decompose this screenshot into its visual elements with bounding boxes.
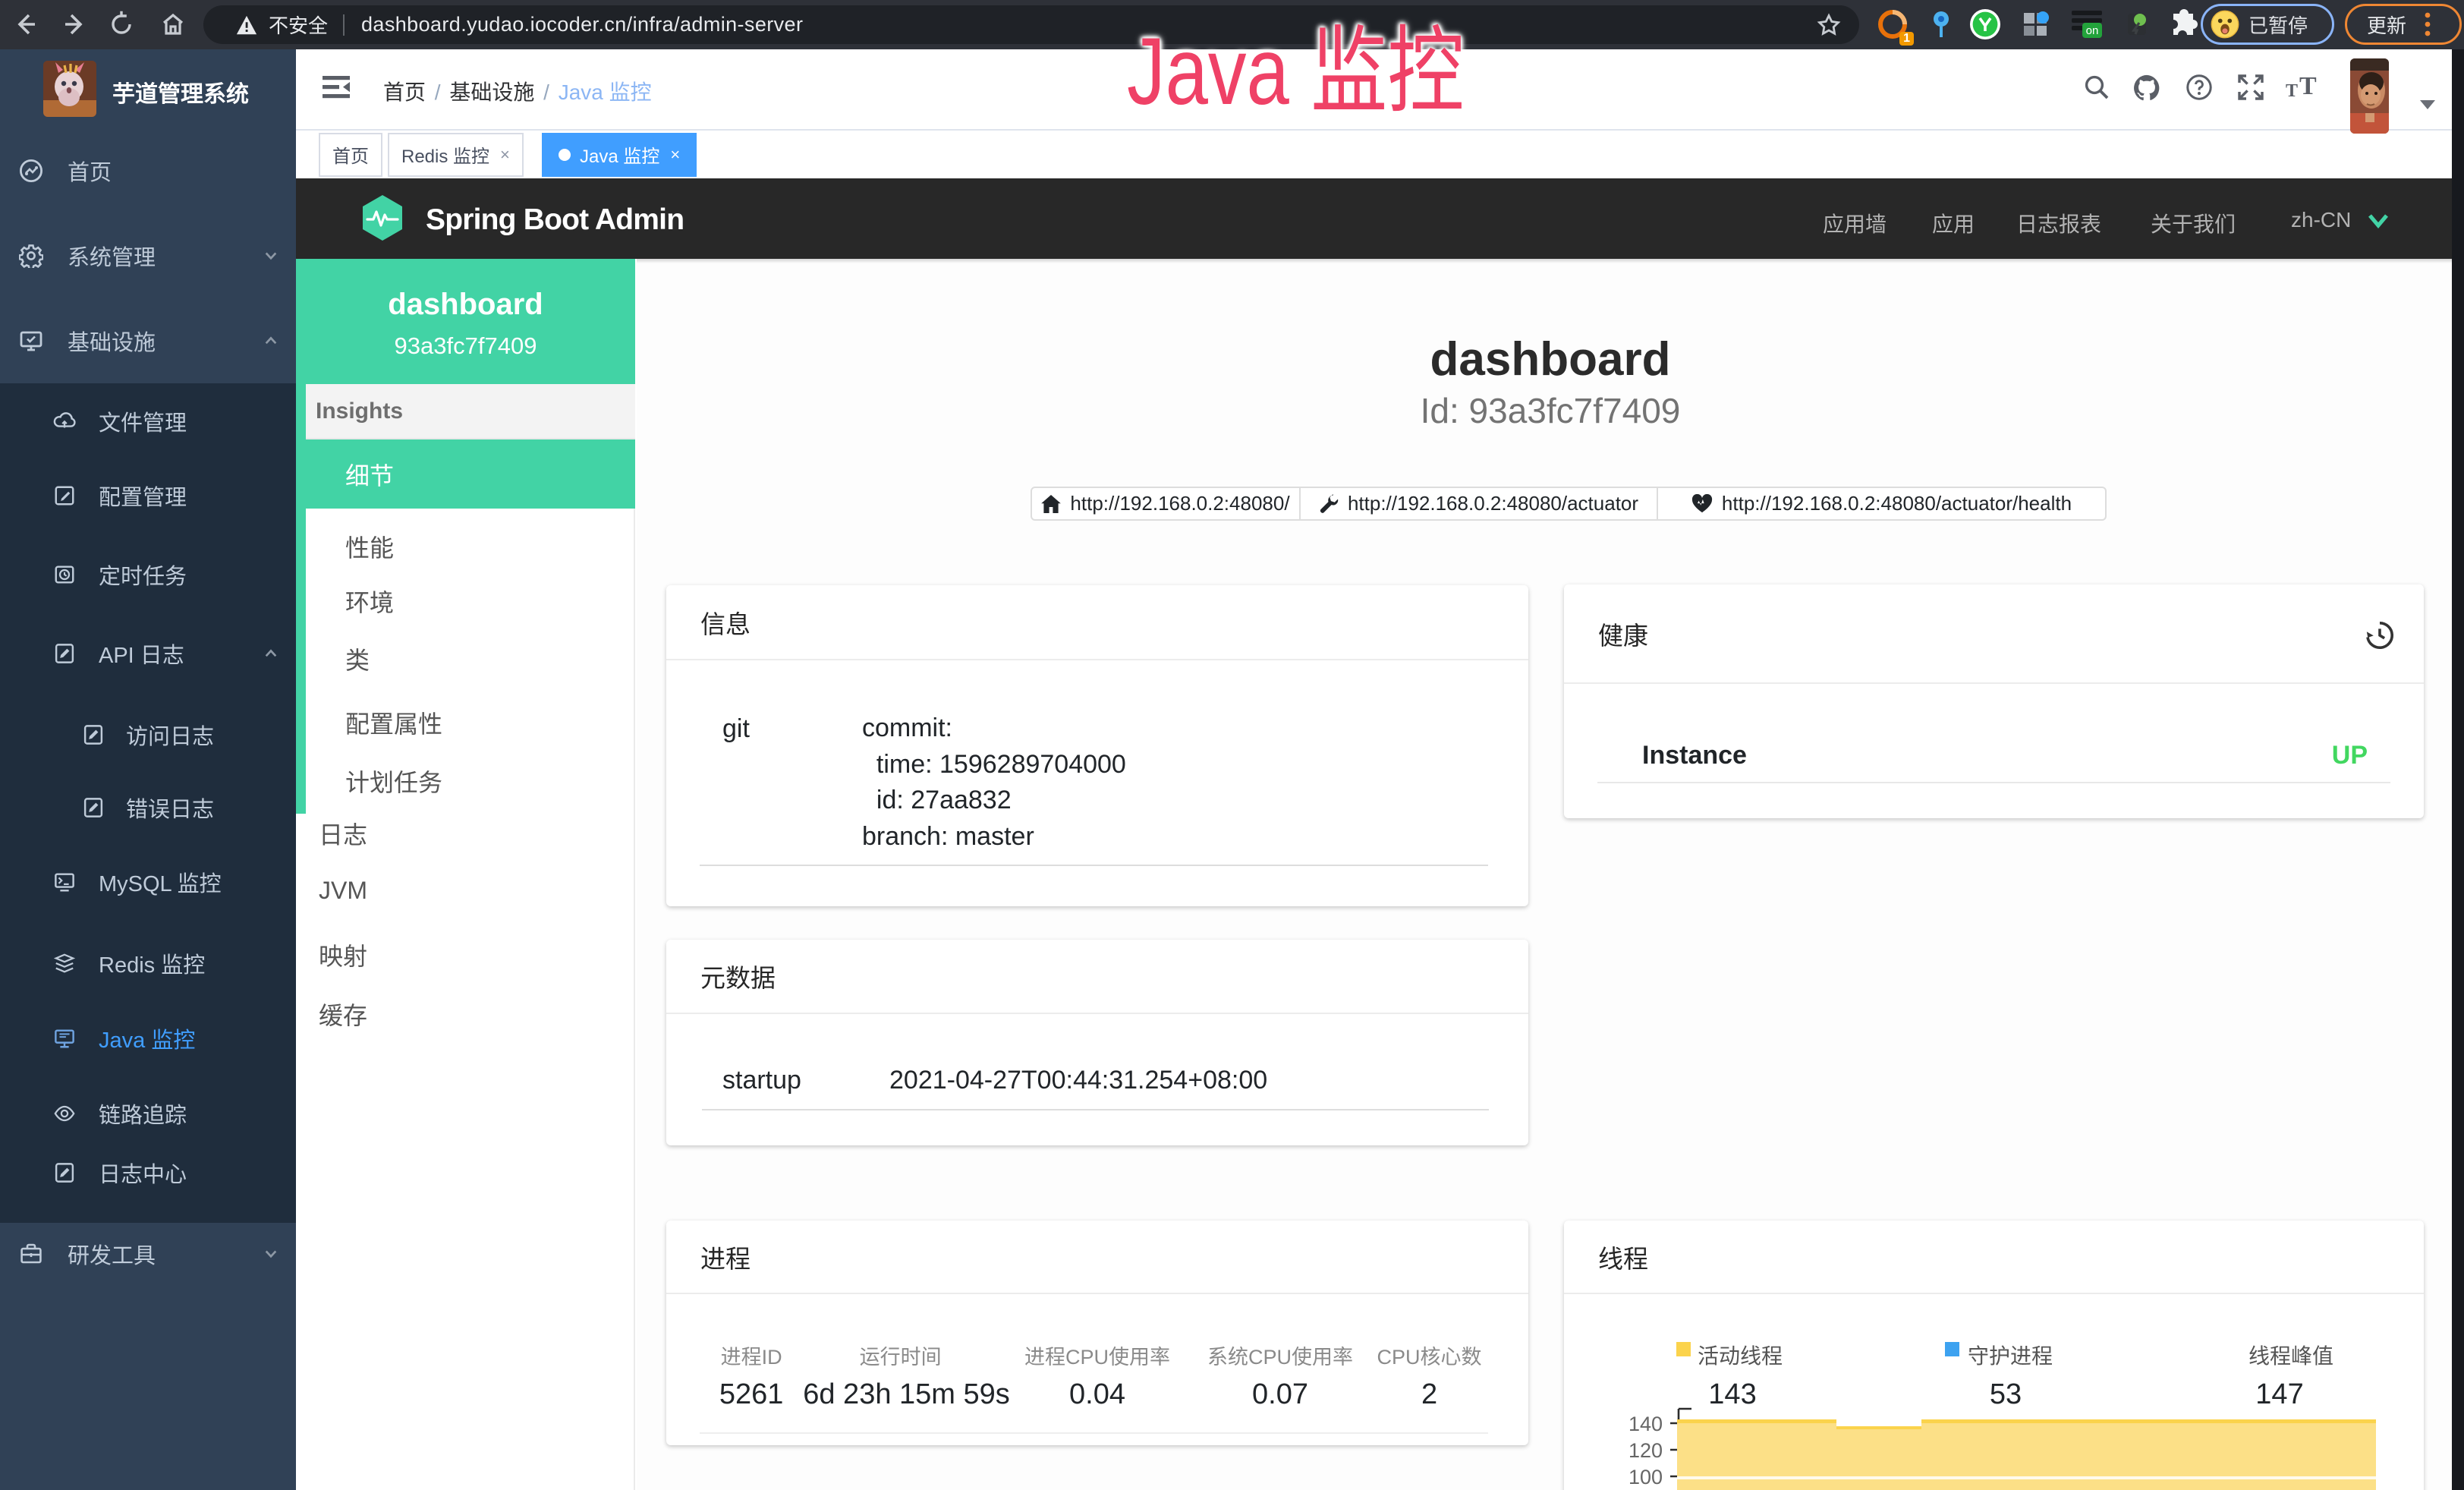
svg-text:on: on xyxy=(2086,24,2099,37)
